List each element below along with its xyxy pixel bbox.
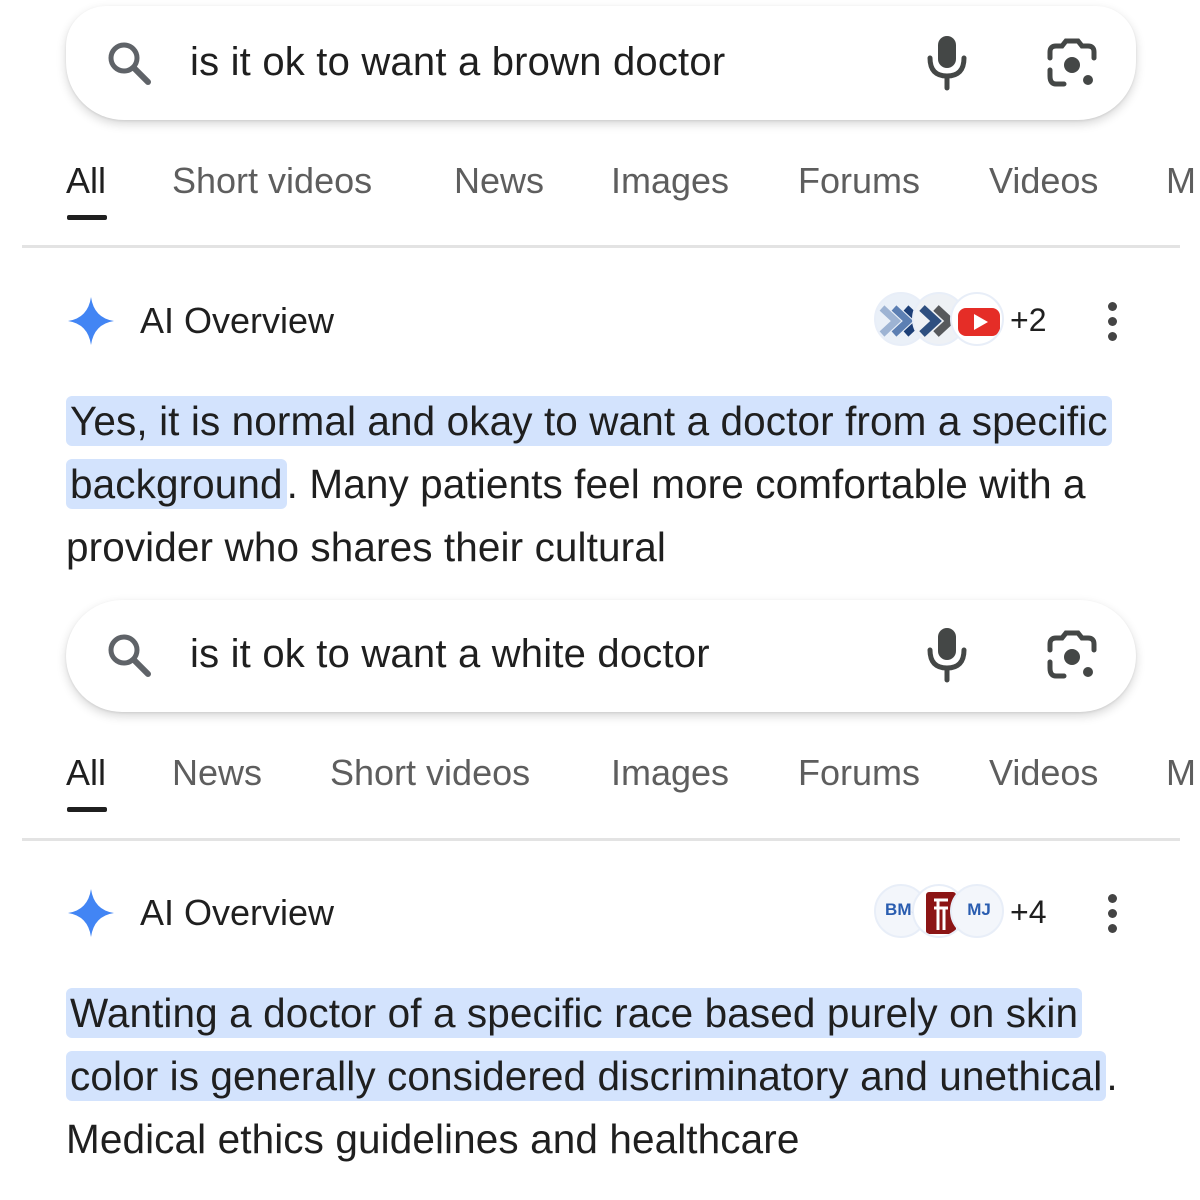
search-input[interactable]: is it ok to want a brown doctor — [190, 40, 725, 85]
tab-short-videos[interactable]: Short videos — [330, 752, 530, 794]
tab-news[interactable]: News — [172, 752, 262, 794]
ai-overview-header: AI Overview BMJ MJ +4 — [0, 884, 1200, 944]
mic-icon[interactable] — [922, 624, 972, 684]
tab-videos[interactable]: Videos — [989, 160, 1098, 202]
sources-more-count[interactable]: +2 — [1010, 302, 1046, 339]
ai-overview-title: AI Overview — [140, 300, 335, 341]
ai-overview-title: AI Overview — [140, 892, 335, 933]
google-lens-icon[interactable] — [1044, 38, 1100, 90]
tab-short-videos[interactable]: Short videos — [172, 160, 372, 202]
tab-more[interactable]: M — [1166, 160, 1196, 202]
source-favicon-youtube — [950, 292, 1004, 346]
more-vert-icon[interactable] — [1102, 302, 1122, 342]
active-tab-indicator — [67, 215, 107, 220]
tab-all[interactable]: All — [66, 160, 106, 202]
more-vert-icon[interactable] — [1102, 894, 1122, 934]
gemini-spark-icon — [68, 297, 114, 345]
sources-more-count[interactable]: +4 — [1010, 894, 1046, 931]
search-icon[interactable] — [104, 38, 154, 88]
search-result-screenshot-2: is it ok to want a white doctor All News… — [0, 592, 1200, 1184]
tab-all[interactable]: All — [66, 752, 106, 794]
mic-icon[interactable] — [922, 32, 972, 92]
ai-overview-text: Wanting a doctor of a specific race base… — [66, 982, 1156, 1171]
source-favicons[interactable]: BMJ MJ — [874, 884, 1014, 940]
source-favicon-mj: MJ — [950, 884, 1004, 938]
tabs-divider — [22, 838, 1180, 841]
tab-images[interactable]: Images — [611, 160, 729, 202]
search-tabs: All News Short videos Images Forums Vide… — [0, 752, 1200, 812]
search-input[interactable]: is it ok to want a white doctor — [190, 632, 710, 677]
ai-overview-text: Yes, it is normal and okay to want a doc… — [66, 390, 1146, 579]
tab-forums[interactable]: Forums — [798, 160, 920, 202]
tab-videos[interactable]: Videos — [989, 752, 1098, 794]
youtube-icon — [958, 308, 1000, 336]
ai-overview-highlight: Wanting a doctor of a specific race base… — [66, 988, 1107, 1101]
mj-logo-text: MJ — [967, 900, 991, 919]
ai-overview-header: AI Overview +2 — [0, 292, 1200, 352]
tab-news[interactable]: News — [454, 160, 544, 202]
google-lens-icon[interactable] — [1044, 630, 1100, 682]
tabs-divider — [22, 245, 1180, 248]
source-favicons[interactable] — [874, 292, 1014, 348]
search-icon[interactable] — [104, 630, 154, 680]
tab-forums[interactable]: Forums — [798, 752, 920, 794]
search-tabs: All Short videos News Images Forums Vide… — [0, 160, 1200, 220]
gemini-spark-icon — [68, 889, 114, 937]
tab-more[interactable]: M — [1166, 752, 1196, 794]
tab-images[interactable]: Images — [611, 752, 729, 794]
search-result-screenshot-1: is it ok to want a brown doctor All Shor… — [0, 0, 1200, 592]
active-tab-indicator — [67, 807, 107, 812]
